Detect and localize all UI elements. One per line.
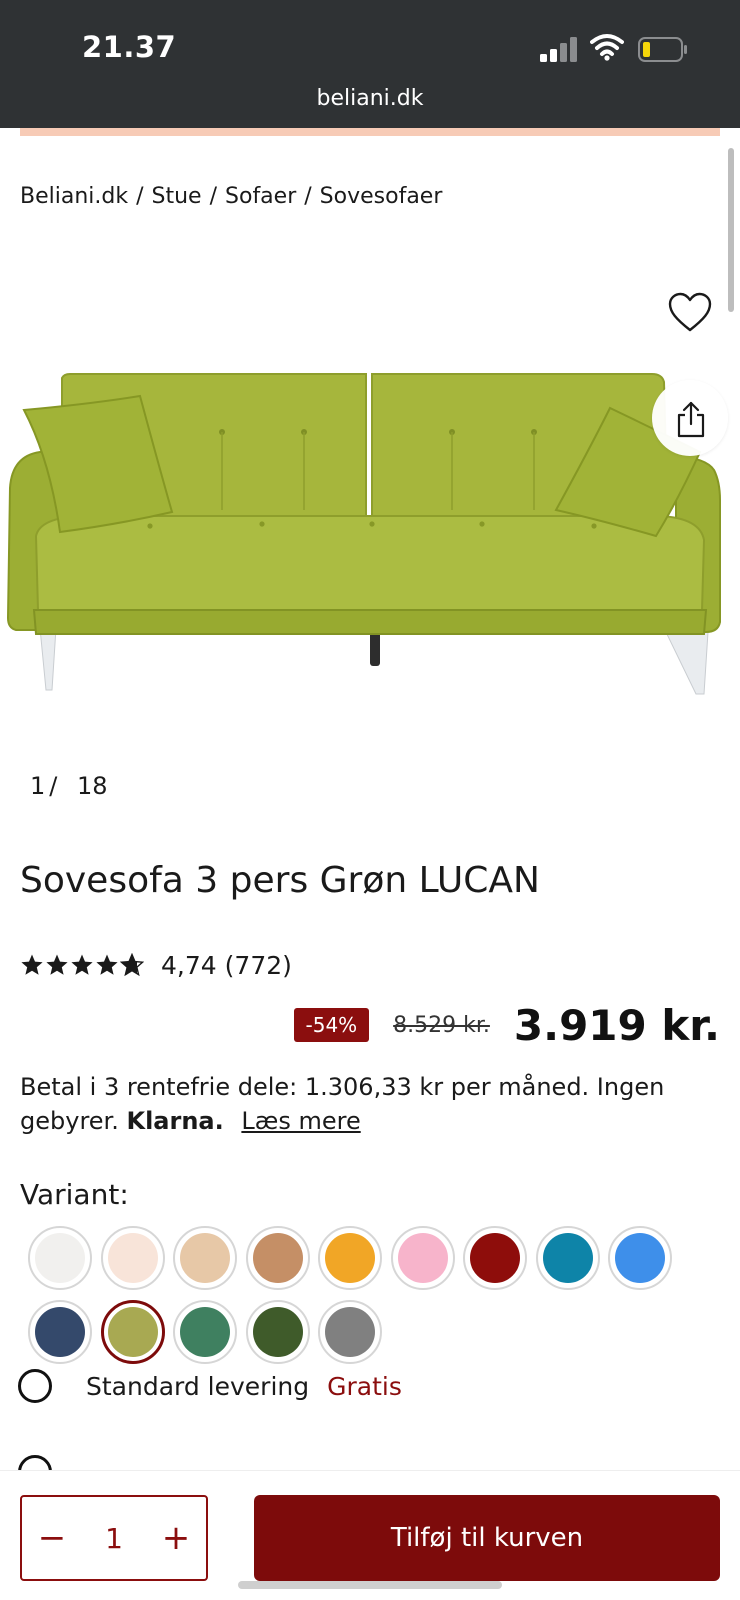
klarna-installments: Betal i 3 rentefrie dele: 1.306,33 kr pe… [20, 1070, 720, 1138]
variant-color-dot [325, 1233, 375, 1283]
add-to-cart-button[interactable]: Tilføj til kurven [254, 1495, 720, 1581]
star-full-icon [21, 954, 43, 975]
variant-color-dot [180, 1307, 230, 1357]
promo-banner-strip [20, 128, 720, 136]
variant-swatch[interactable] [245, 1300, 310, 1364]
variant-color-dot [325, 1307, 375, 1357]
wifi-icon [590, 34, 624, 61]
scrollbar[interactable] [728, 148, 734, 312]
breadcrumb: Beliani.dk / Stue / Sofaer / Sovesofaer [20, 184, 442, 209]
variant-swatch[interactable] [535, 1226, 600, 1290]
status-bar: 21.37 beliani.dk [0, 0, 740, 128]
variant-swatch[interactable] [100, 1226, 165, 1290]
battery-icon [638, 37, 687, 62]
variant-color-dot [180, 1233, 230, 1283]
discount-badge: -54% [293, 1008, 370, 1042]
variant-color-dot [542, 1233, 593, 1283]
variant-swatch[interactable] [318, 1300, 382, 1364]
star-full-icon [46, 954, 68, 975]
share-icon [677, 401, 705, 438]
variant-label: Variant: [20, 1178, 129, 1211]
breadcrumb-separator: / [136, 184, 144, 209]
klarna-logo: Klarna. [126, 1107, 224, 1135]
variant-color-dot [107, 1307, 158, 1357]
variant-swatch[interactable] [173, 1300, 237, 1364]
quantity-value[interactable]: 1 [82, 1497, 146, 1579]
address-bar-url[interactable]: beliani.dk [0, 86, 740, 111]
rating-stars [20, 953, 145, 977]
gallery-separator: / [49, 772, 58, 800]
cellular-signal-icon [540, 36, 580, 62]
old-price: 8.529 kr. [393, 1012, 490, 1038]
product-rating[interactable]: 4,74 (772) [20, 950, 292, 980]
star-full-icon [96, 954, 118, 975]
variant-swatch[interactable] [28, 1226, 92, 1290]
clock: 21.37 [82, 30, 177, 64]
breadcrumb-link-sovesofaer[interactable]: Sovesofaer [320, 184, 443, 209]
variant-swatch[interactable] [100, 1300, 165, 1364]
review-count[interactable]: (772) [225, 951, 292, 980]
variant-color-dot [107, 1233, 158, 1283]
breadcrumb-separator: / [209, 184, 218, 209]
gallery-counter: 1/ 18 [30, 772, 108, 800]
delivery-label: Standard levering [86, 1371, 310, 1401]
bottom-cart-bar: − 1 + Tilføj til kurven [0, 1470, 740, 1600]
breadcrumb-separator: / [304, 184, 312, 209]
breadcrumb-link-home[interactable]: Beliani.dk [20, 184, 128, 209]
delivery-radio[interactable] [18, 1369, 52, 1403]
variant-color-dot [470, 1233, 520, 1283]
star-full-icon [71, 954, 93, 975]
variant-swatch[interactable] [245, 1226, 310, 1290]
variant-color-dot [35, 1233, 85, 1283]
price-row: -54% 8.529 kr. 3.919 kr. [293, 1000, 720, 1050]
variant-swatch[interactable] [28, 1300, 92, 1364]
home-indicator [238, 1581, 502, 1589]
variant-color-dot [615, 1233, 665, 1283]
klarna-read-more-link[interactable]: Læs mere [241, 1107, 360, 1135]
rating-value: 4,74 [161, 950, 217, 980]
variant-swatch[interactable] [608, 1226, 672, 1290]
delivery-option-standard[interactable]: Standard levering Gratis [18, 1366, 402, 1406]
star-partial-icon [120, 953, 144, 977]
product-title: Sovesofa 3 pers Grøn LUCAN [20, 860, 540, 901]
gallery-total: 18 [77, 772, 108, 800]
delivery-price: Gratis [327, 1371, 402, 1401]
quantity-increase-button[interactable]: + [146, 1497, 206, 1579]
breadcrumb-link-sofaer[interactable]: Sofaer [225, 184, 296, 209]
variant-swatch[interactable] [463, 1226, 527, 1290]
quantity-stepper: − 1 + [20, 1495, 208, 1581]
variant-swatch[interactable] [173, 1226, 237, 1290]
variant-color-dot [397, 1233, 448, 1283]
variant-color-dot [252, 1307, 303, 1357]
variant-swatch[interactable] [390, 1226, 455, 1290]
variant-swatch[interactable] [318, 1226, 382, 1290]
variant-color-dot [35, 1307, 85, 1357]
current-price: 3.919 kr. [513, 1000, 720, 1050]
gallery-current: 1 [30, 772, 46, 800]
variant-color-dot [252, 1233, 303, 1283]
wishlist-heart-icon[interactable] [668, 292, 712, 334]
share-button[interactable] [652, 380, 728, 456]
breadcrumb-link-stue[interactable]: Stue [152, 184, 202, 209]
product-image-sofa[interactable] [0, 360, 740, 720]
quantity-decrease-button[interactable]: − [22, 1497, 82, 1579]
